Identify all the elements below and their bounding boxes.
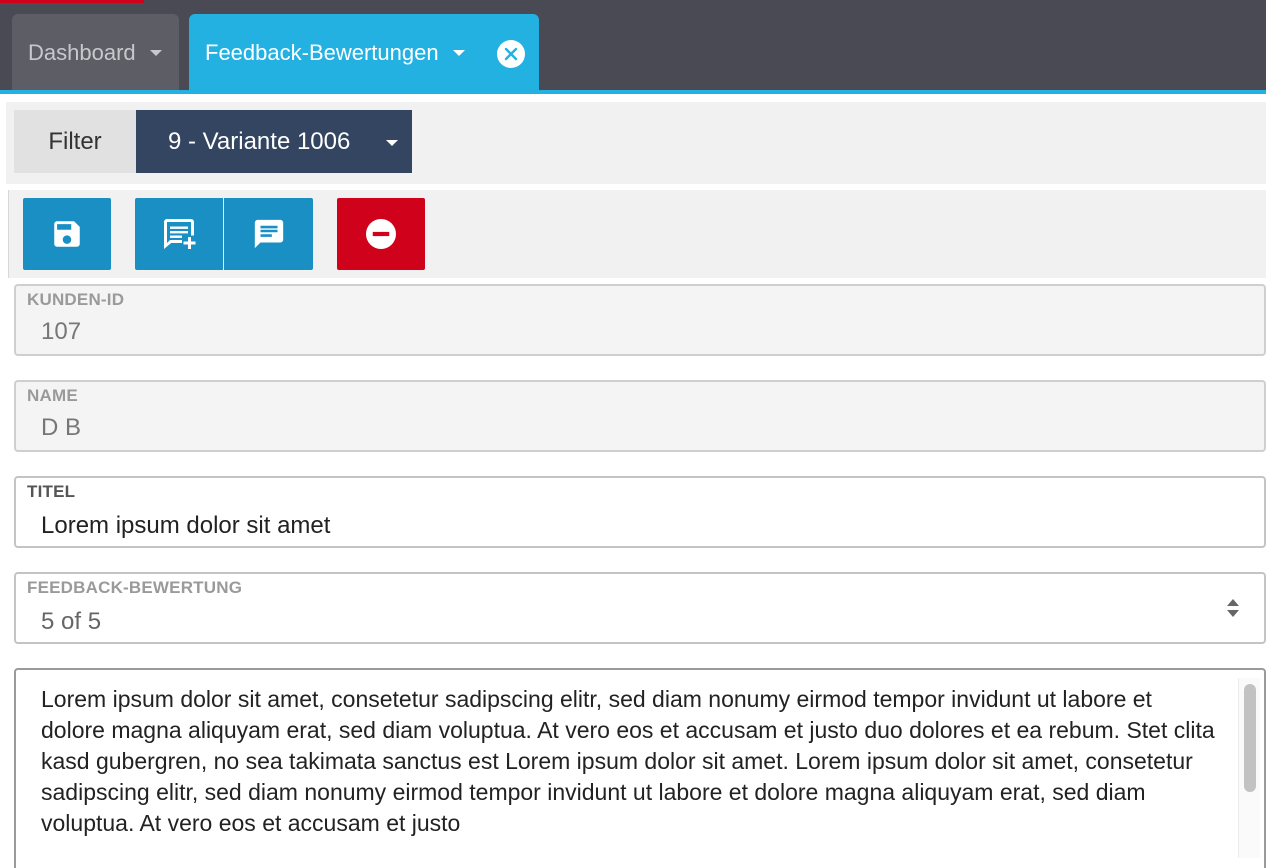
titel-input[interactable]: Lorem ipsum dolor sit amet — [41, 512, 330, 540]
tab-dashboard-label: Dashboard — [28, 40, 136, 65]
delete-button[interactable] — [337, 198, 425, 270]
scrollbar[interactable] — [1238, 678, 1260, 858]
up-down-stepper-icon[interactable] — [1226, 598, 1240, 618]
feedback-text-area[interactable]: Lorem ipsum dolor sit amet, consetetur s… — [14, 668, 1266, 868]
action-toolbar — [8, 190, 1266, 278]
comment-button[interactable] — [224, 198, 313, 270]
scrollbar-thumb[interactable] — [1244, 684, 1256, 792]
close-tab-button[interactable] — [497, 40, 525, 68]
minus-circle-icon — [366, 219, 396, 249]
name-label: NAME — [27, 386, 78, 405]
chevron-down-icon[interactable] — [149, 50, 162, 56]
save-button[interactable] — [23, 198, 111, 270]
filter-label: Filter — [14, 110, 136, 173]
tab-underline — [0, 90, 1266, 94]
add-comment-icon — [164, 219, 196, 249]
add-comment-button[interactable] — [135, 198, 223, 270]
tab-dashboard[interactable]: Dashboard — [12, 14, 179, 92]
comment-icon — [254, 219, 283, 249]
titel-field[interactable]: TITEL Lorem ipsum dolor sit amet — [14, 476, 1266, 548]
kunden-id-label: KUNDEN-ID — [27, 290, 125, 309]
filter-bar: Filter 9 - Variante 1006 — [6, 102, 1266, 184]
kunden-id-value: 107 — [41, 318, 82, 345]
name-field: NAME D B — [14, 380, 1266, 452]
chevron-down-icon — [386, 140, 398, 146]
kunden-id-field: KUNDEN-ID 107 — [14, 284, 1266, 356]
brand-accent-line — [0, 0, 144, 3]
tab-feedback-label: Feedback-Bewertungen — [205, 40, 439, 65]
filter-select[interactable]: 9 - Variante 1006 — [136, 110, 412, 173]
tab-bar: Dashboard Feedback-Bewertungen — [0, 0, 1266, 94]
close-icon — [504, 47, 518, 61]
tab-feedback-bewertungen[interactable]: Feedback-Bewertungen — [189, 14, 539, 92]
feedback-bewertung-select[interactable]: 5 of 5 — [41, 608, 101, 636]
save-icon — [54, 221, 80, 247]
chevron-down-icon[interactable] — [452, 50, 465, 56]
titel-label: TITEL — [27, 482, 76, 501]
feedback-text: Lorem ipsum dolor sit amet, consetetur s… — [41, 686, 1215, 836]
filter-selected-value: 9 - Variante 1006 — [168, 127, 351, 155]
feedback-bewertung-field[interactable]: FEEDBACK-BEWERTUNG 5 of 5 — [14, 572, 1266, 644]
name-value: D B — [41, 414, 82, 441]
feedback-bewertung-label: FEEDBACK-BEWERTUNG — [27, 578, 243, 597]
